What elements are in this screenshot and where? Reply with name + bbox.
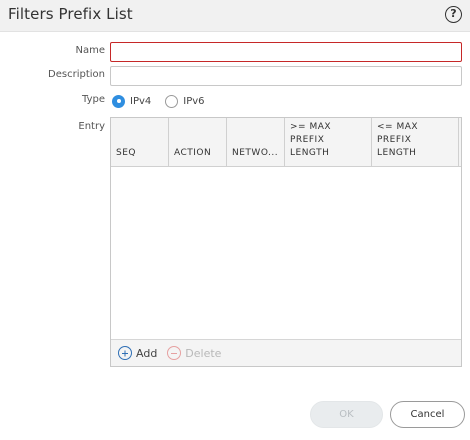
dialog-title-bar: Filters Prefix List ? [0,0,470,32]
column-header-seq[interactable]: SEQ [111,118,169,166]
add-entry-label: Add [136,346,158,360]
column-header-action[interactable]: ACTION [169,118,227,166]
entry-table: SEQ ACTION NETWO... >= MAX PREFIX LENGTH… [110,117,462,367]
description-input[interactable] [110,66,462,86]
dialog-title: Filters Prefix List [8,5,133,23]
entry-label: Entry [78,121,105,132]
cancel-button[interactable]: Cancel [390,401,465,428]
entry-table-toolbar: Add Delete [111,339,461,366]
add-entry-button[interactable]: Add [118,346,157,360]
plus-circle-icon [118,346,132,360]
ok-button[interactable]: OK [310,401,383,428]
ipv6-radio[interactable] [165,94,179,108]
column-header-network[interactable]: NETWO... [227,118,285,166]
minus-circle-icon [167,346,182,360]
help-icon[interactable]: ? [445,6,462,23]
name-input[interactable] [110,42,462,62]
type-label: Type [82,94,105,105]
column-header-ge-max-prefix-length[interactable]: >= MAX PREFIX LENGTH [285,118,372,166]
type-radio-group: IPv4 IPv6 [112,93,219,109]
entry-table-header: SEQ ACTION NETWO... >= MAX PREFIX LENGTH… [111,118,461,167]
delete-entry-label: Delete [185,346,222,360]
type-option-ipv6[interactable]: IPv6 [165,94,205,108]
ipv6-label: IPv6 [183,95,205,107]
description-label: Description [48,69,105,80]
ipv4-label: IPv4 [130,95,152,107]
column-header-le-max-prefix-length[interactable]: <= MAX PREFIX LENGTH [372,118,459,166]
type-option-ipv4[interactable]: IPv4 [112,94,152,108]
ipv4-radio[interactable] [112,94,125,108]
delete-entry-button[interactable]: Delete [167,346,221,360]
name-label: Name [75,45,105,56]
